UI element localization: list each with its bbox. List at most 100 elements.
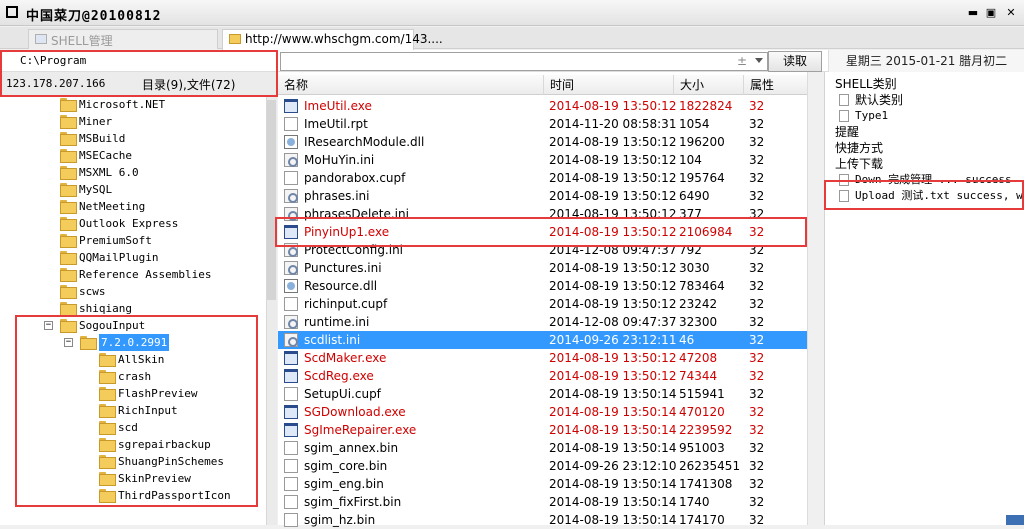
tree-item[interactable]: AllSkin bbox=[0, 351, 266, 368]
folder-icon bbox=[60, 183, 77, 197]
tab-shell-manager[interactable]: SHELL管理 bbox=[28, 29, 218, 49]
tree-item[interactable]: scd bbox=[0, 419, 266, 436]
file-row[interactable]: sgim_core.bin 2014-09-26 23:12:10 26235451… bbox=[278, 457, 807, 475]
shell-panel-item[interactable]: 上传下载 bbox=[835, 156, 1023, 172]
shell-panel-item[interactable]: Down 完成管理 ... success bbox=[835, 172, 1023, 188]
file-row[interactable]: MoHuYin.ini 2014-08-19 13:50:12 104 32 bbox=[278, 151, 807, 169]
file-row[interactable]: ScdMaker.exe 2014-08-19 13:50:12 47208 32 bbox=[278, 349, 807, 367]
ini-file-icon bbox=[284, 315, 298, 329]
shell-panel-item[interactable]: 快捷方式 bbox=[835, 140, 1023, 156]
document-icon bbox=[839, 94, 849, 106]
file-row[interactable]: SgImeRepairer.exe 2014-08-19 13:50:14 2239… bbox=[278, 421, 807, 439]
dll-file-icon bbox=[284, 279, 298, 293]
file-row[interactable]: ImeUtil.exe 2014-08-19 13:50:12 1822824 32 bbox=[278, 97, 807, 115]
header-name[interactable]: 名称 bbox=[278, 75, 544, 95]
file-row[interactable]: richinput.cupf 2014-08-19 13:50:12 23242 32 bbox=[278, 295, 807, 313]
restore-button[interactable]: ▣ bbox=[984, 6, 998, 19]
file-size: 23242 bbox=[679, 297, 718, 311]
tree-item-label: MySQL bbox=[79, 183, 113, 196]
tree-item[interactable]: MySQL bbox=[0, 181, 266, 198]
tree-item[interactable]: PremiumSoft bbox=[0, 232, 266, 249]
tree-item[interactable]: Reference Assemblies bbox=[0, 266, 266, 283]
shell-panel-item[interactable]: 提醒 bbox=[835, 124, 1023, 140]
file-row[interactable]: sgim_fixFirst.bin 2014-08-19 13:50:14 1740… bbox=[278, 493, 807, 511]
tree-scrollbar-thumb[interactable] bbox=[267, 100, 276, 300]
tab-site[interactable]: http://www.whschgm.com/143.... bbox=[222, 29, 443, 50]
shell-panel-item[interactable]: Upload 测试.txt success, wit bbox=[835, 188, 1023, 204]
shell-panel-item-label: 快捷方式 bbox=[835, 141, 884, 155]
tree-item[interactable]: ShuangPinSchemes bbox=[0, 453, 266, 470]
file-list-scrollbar[interactable] bbox=[807, 72, 823, 525]
shell-panel-item[interactable]: SHELL类别 bbox=[835, 76, 1023, 92]
file-size: 196200 bbox=[679, 135, 725, 149]
tree-item[interactable]: SkinPreview bbox=[0, 470, 266, 487]
shell-panel-item[interactable]: 默认类别 bbox=[835, 92, 1023, 108]
file-row[interactable]: sgim_eng.bin 2014-08-19 13:50:14 1741308 32 bbox=[278, 475, 807, 493]
shell-panel-item[interactable]: Type1 bbox=[835, 108, 1023, 124]
header-time[interactable]: 时间 bbox=[544, 75, 674, 95]
file-row[interactable]: PinyinUp1.exe 2014-08-19 13:50:12 2106984 3… bbox=[278, 223, 807, 241]
file-row[interactable]: pandorabox.cupf 2014-08-19 13:50:12 195764… bbox=[278, 169, 807, 187]
file-time: 2014-08-19 13:50:14 bbox=[549, 495, 677, 509]
tree-item[interactable]: − 7.2.0.2991 bbox=[0, 334, 266, 351]
url-combobox[interactable]: ± bbox=[280, 52, 768, 71]
folder-icon bbox=[60, 200, 77, 214]
folder-icon bbox=[99, 353, 116, 367]
file-attr: 32 bbox=[749, 387, 765, 401]
path-input[interactable]: C:\Program Files\SogouInput\7.2.0.2991\ bbox=[6, 50, 274, 89]
file-row[interactable]: Punctures.ini 2014-08-19 13:50:12 3030 32 bbox=[278, 259, 807, 277]
tree-item-label: Reference Assemblies bbox=[79, 268, 212, 281]
file-row[interactable]: IResearchModule.dll 2014-08-19 13:50:12 19… bbox=[278, 133, 807, 151]
chevron-down-icon[interactable] bbox=[755, 58, 763, 63]
tree-item[interactable]: MSXML 6.0 bbox=[0, 164, 266, 181]
tree-item[interactable]: crash bbox=[0, 368, 266, 385]
file-row[interactable]: sgim_hz.bin 2014-08-19 13:50:14 174170 32 bbox=[278, 511, 807, 529]
tree-item-label: scws bbox=[79, 285, 106, 298]
tree-item[interactable]: RichInput bbox=[0, 402, 266, 419]
file-time: 2014-08-19 13:50:12 bbox=[549, 261, 677, 275]
file-row[interactable]: phrasesDelete.ini 2014-08-19 13:50:12 377 3… bbox=[278, 205, 807, 223]
file-row[interactable]: SetupUi.cupf 2014-08-19 13:50:14 515941 32 bbox=[278, 385, 807, 403]
tab-label: SHELL管理 bbox=[51, 34, 113, 48]
file-row[interactable]: ImeUtil.rpt 2014-11-20 08:58:31 1054 32 bbox=[278, 115, 807, 133]
file-name: sgim_core.bin bbox=[304, 459, 388, 473]
tree-item[interactable]: ThirdPassportIcon bbox=[0, 487, 266, 504]
read-button[interactable]: 读取 bbox=[768, 51, 822, 72]
close-button[interactable]: ✕ bbox=[1004, 6, 1018, 19]
tree-item[interactable]: Miner bbox=[0, 113, 266, 130]
file-name: sgim_eng.bin bbox=[304, 477, 384, 491]
document-icon bbox=[839, 190, 849, 202]
tree-item[interactable]: MSECache bbox=[0, 147, 266, 164]
file-row[interactable]: scdlist.ini 2014-09-26 23:12:11 46 32 bbox=[278, 331, 807, 349]
tree-item[interactable]: − SogouInput bbox=[0, 317, 266, 334]
tree-item[interactable]: Outlook Express bbox=[0, 215, 266, 232]
tree-item[interactable]: scws bbox=[0, 283, 266, 300]
file-row[interactable]: Resource.dll 2014-08-19 13:50:12 783464 32 bbox=[278, 277, 807, 295]
file-row[interactable]: phrases.ini 2014-08-19 13:50:12 6490 32 bbox=[278, 187, 807, 205]
tree-item[interactable]: MSBuild bbox=[0, 130, 266, 147]
header-size[interactable]: 大小 bbox=[674, 75, 744, 95]
minimize-button[interactable]: ▬ bbox=[966, 6, 980, 19]
tree-item[interactable]: FlashPreview bbox=[0, 385, 266, 402]
tree-item[interactable]: Microsoft.NET bbox=[0, 96, 266, 113]
tab-bar: SHELL管理 http://www.whschgm.com/143.... bbox=[0, 27, 1024, 50]
header-attr[interactable]: 属性 bbox=[744, 75, 807, 95]
file-size: 792 bbox=[679, 243, 702, 257]
file-time: 2014-08-19 13:50:14 bbox=[549, 405, 677, 419]
exe-file-icon bbox=[284, 369, 298, 383]
file-row[interactable]: ScdReg.exe 2014-08-19 13:50:12 74344 32 bbox=[278, 367, 807, 385]
file-row[interactable]: ProtectConfig.ini 2014-12-08 09:47:37 792 3… bbox=[278, 241, 807, 259]
file-size: 1054 bbox=[679, 117, 710, 131]
folder-icon bbox=[60, 319, 77, 333]
file-name: PinyinUp1.exe bbox=[304, 225, 390, 239]
file-row[interactable]: runtime.ini 2014-12-08 09:47:37 32300 32 bbox=[278, 313, 807, 331]
collapse-toggle[interactable]: − bbox=[44, 321, 53, 330]
collapse-toggle[interactable]: − bbox=[64, 338, 73, 347]
file-attr: 32 bbox=[749, 207, 765, 221]
file-row[interactable]: SGDownload.exe 2014-08-19 13:50:14 470120 3… bbox=[278, 403, 807, 421]
tree-item[interactable]: QQMailPlugin bbox=[0, 249, 266, 266]
file-row[interactable]: sgim_annex.bin 2014-08-19 13:50:14 951003 3… bbox=[278, 439, 807, 457]
tree-item[interactable]: shiqiang bbox=[0, 300, 266, 317]
tree-item[interactable]: NetMeeting bbox=[0, 198, 266, 215]
tree-item[interactable]: sgrepairbackup bbox=[0, 436, 266, 453]
